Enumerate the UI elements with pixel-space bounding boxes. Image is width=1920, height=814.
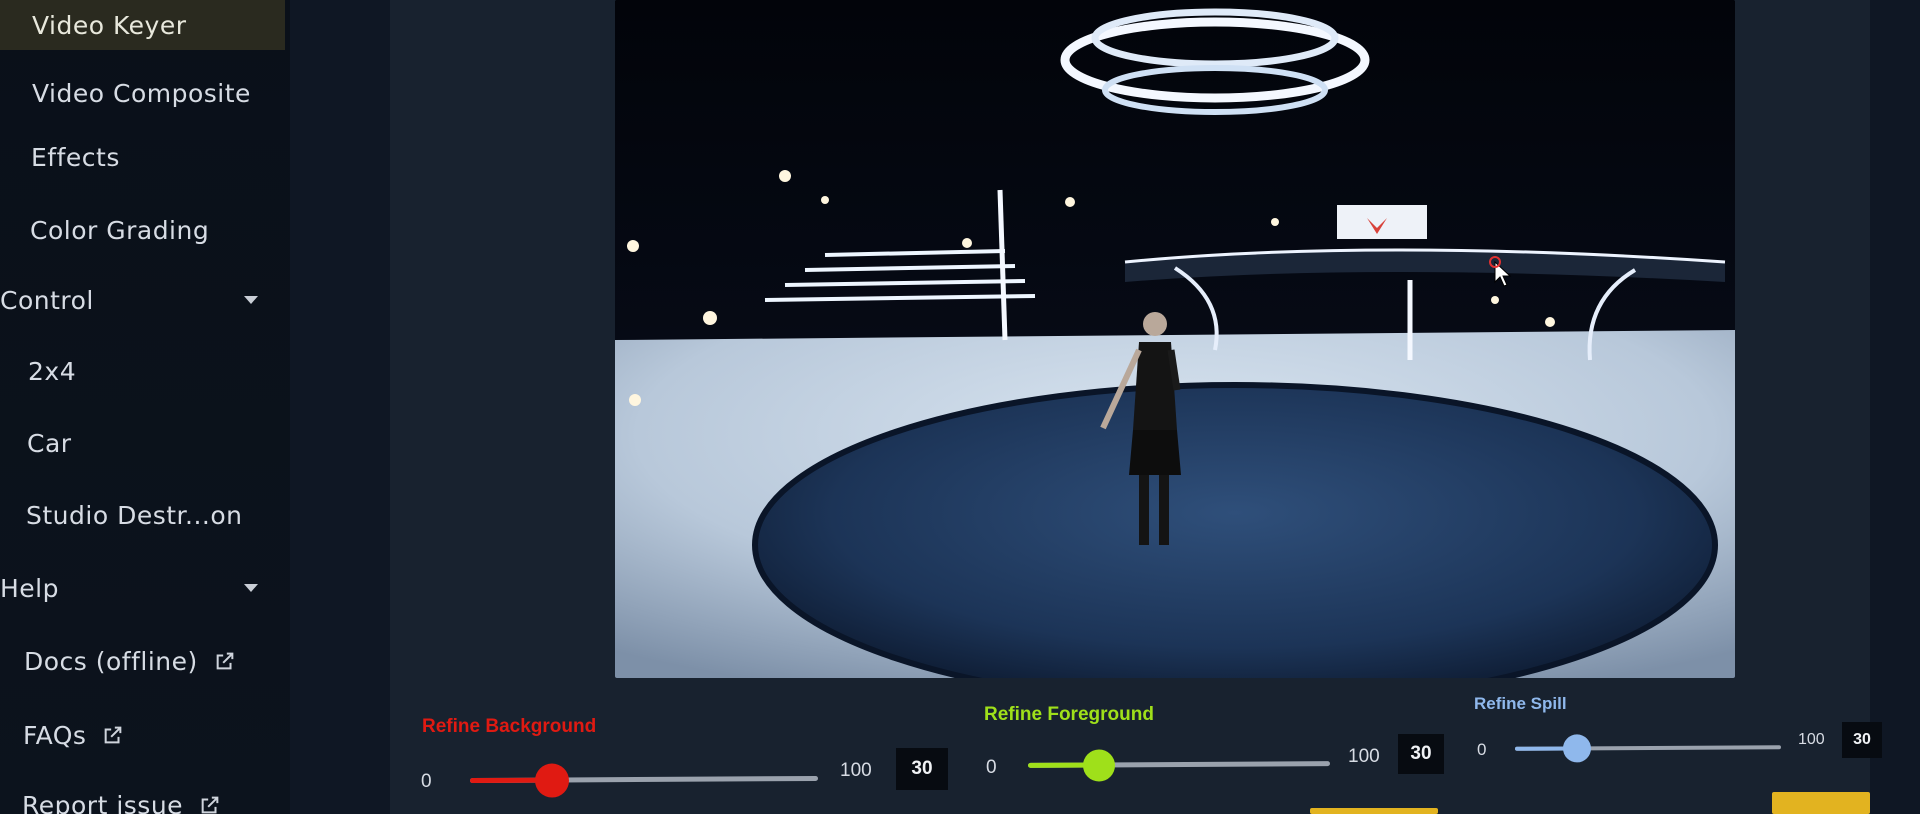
refine-background-min: 0 [421, 771, 432, 792]
refine-background-thumb[interactable] [534, 762, 570, 798]
sidebar: Video Keyer Video Composite Effects Colo… [0, 0, 290, 814]
external-link-icon [199, 794, 221, 814]
sidebar-item-report-issue[interactable]: Report issue [22, 780, 221, 814]
sidebar-item-studio-destruction[interactable]: Studio Destr...on [26, 490, 243, 540]
sidebar-item-label: Video Keyer [32, 10, 187, 40]
sidebar-item-color-grading[interactable]: Color Grading [30, 205, 209, 255]
sidebar-section-help[interactable]: Help [0, 563, 258, 613]
app-window: Video Keyer Video Composite Effects Colo… [0, 0, 1920, 814]
refine-spill-value[interactable]: 30 [1842, 722, 1882, 758]
sidebar-item-label: Effects [31, 142, 120, 172]
refine-foreground-thumb[interactable] [1082, 748, 1116, 782]
refine-foreground-min: 0 [986, 757, 997, 778]
refine-background-value[interactable]: 30 [896, 748, 948, 790]
sidebar-item-label: Car [27, 428, 72, 458]
sidebar-item-label: FAQs [23, 720, 87, 750]
refine-background-max: 100 [840, 760, 872, 781]
sidebar-item-2x4[interactable]: 2x4 [28, 346, 76, 396]
chevron-down-icon [244, 584, 258, 592]
external-link-icon [102, 724, 124, 746]
refine-spill-label: Refine Spill [1474, 694, 1567, 713]
refine-spill-thumb[interactable] [1562, 734, 1592, 763]
sidebar-section-label: Control [0, 285, 94, 315]
chevron-down-icon [244, 296, 258, 304]
sidebar-item-label: Studio Destr...on [26, 500, 243, 530]
sidebar-gutter [290, 0, 390, 814]
video-preview[interactable] [615, 0, 1735, 678]
action-button[interactable] [1310, 808, 1438, 814]
sidebar-item-label: 2x4 [28, 356, 77, 386]
sidebar-item-faqs[interactable]: FAQs [23, 710, 124, 760]
sidebar-section-control[interactable]: Control [0, 275, 258, 325]
refine-foreground-value[interactable]: 30 [1398, 734, 1444, 774]
right-edge [1870, 0, 1920, 814]
refine-foreground-max: 100 [1348, 746, 1380, 767]
refine-spill-min: 0 [1477, 740, 1487, 759]
sidebar-item-video-composite[interactable]: Video Composite [32, 68, 251, 118]
sidebar-section-label: Help [0, 573, 59, 603]
sidebar-item-label: Report issue [22, 790, 184, 814]
sidebar-item-car[interactable]: Car [27, 418, 72, 468]
sidebar-item-label: Docs (offline) [24, 646, 198, 676]
external-link-icon [214, 650, 236, 672]
virtual-studio-scene [615, 0, 1735, 678]
refine-background-label: Refine Background [422, 716, 597, 737]
sidebar-item-video-keyer[interactable]: Video Keyer [0, 0, 285, 50]
sidebar-item-label: Video Composite [32, 78, 251, 108]
sidebar-item-effects[interactable]: Effects [31, 132, 120, 182]
refine-spill-max: 100 [1798, 731, 1825, 748]
refine-foreground-label: Refine Foreground [984, 704, 1154, 725]
action-button-secondary[interactable] [1772, 792, 1870, 814]
sidebar-item-docs-offline[interactable]: Docs (offline) [24, 636, 236, 686]
sidebar-item-label: Color Grading [30, 215, 210, 245]
